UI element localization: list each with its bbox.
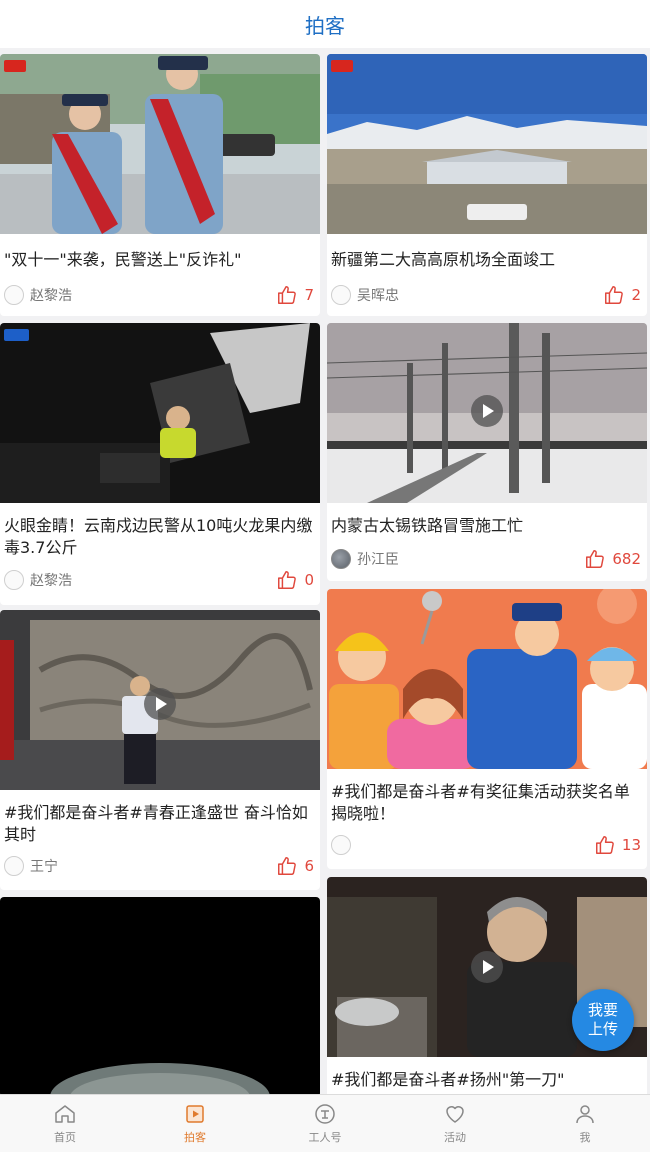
tab-label: 活动: [444, 1131, 466, 1144]
source-badge: [331, 60, 354, 72]
feed-card[interactable]: "双十一"来袭，民警送上"反诈礼" 赵黎浩 7: [0, 54, 320, 316]
like-count: 7: [304, 286, 314, 304]
thumbs-up-icon: [586, 550, 605, 568]
author-name: 孙江臣: [357, 552, 399, 568]
thumbs-up-icon: [278, 286, 297, 304]
profile-icon: [576, 1105, 594, 1124]
card-meta: 吴晖忠 2: [331, 284, 641, 306]
card-thumbnail[interactable]: [0, 610, 320, 790]
tab-label: 拍客: [184, 1131, 206, 1144]
card-title: #我们都是奋斗者#有奖征集活动获奖名单揭晓啦！: [331, 782, 630, 823]
home-icon: [55, 1105, 75, 1123]
card-thumbnail[interactable]: [327, 589, 647, 769]
author-avatar: [331, 285, 351, 305]
feed-card[interactable]: 新疆第二大高高原机场全面竣工 吴晖忠 2: [327, 54, 647, 316]
like-button[interactable]: 682: [584, 548, 641, 570]
source-badge: [4, 329, 30, 341]
author-avatar: [4, 570, 24, 590]
tab-label: 工人号: [308, 1131, 342, 1144]
like-count: 13: [621, 836, 641, 854]
card-meta: 赵黎浩 7: [4, 284, 314, 306]
feed-card[interactable]: #我们都是奋斗者#扬州"第一刀": [327, 877, 647, 1094]
thumbs-up-icon: [278, 857, 297, 875]
feed-card[interactable]: #我们都是奋斗者#青春正逢盛世 奋斗恰如其时 王宁 6: [0, 610, 320, 890]
card-title: 新疆第二大高高原机场全面竣工: [331, 250, 556, 269]
author-name: 吴晖忠: [357, 288, 399, 304]
card-title: #我们都是奋斗者#青春正逢盛世 奋斗恰如其时: [4, 803, 308, 844]
workers-illustration: [327, 589, 647, 769]
worker-icon: [315, 1104, 335, 1124]
like-button[interactable]: 2: [603, 284, 641, 306]
like-button[interactable]: 13: [594, 834, 641, 856]
card-thumbnail[interactable]: [327, 323, 647, 503]
source-badge: [4, 60, 27, 72]
upload-label-line2: 上传: [587, 1020, 618, 1038]
like-count: 6: [304, 857, 314, 875]
feed-card[interactable]: 火眼金睛！云南戍边民警从10吨火龙果内缴毒3.7公斤 赵黎浩 0: [0, 323, 320, 605]
video-caption: [387, 1039, 587, 1049]
author-name: 赵黎浩: [30, 573, 72, 589]
author-avatar: [4, 856, 24, 876]
author-avatar: [331, 549, 351, 569]
play-icon[interactable]: [471, 395, 503, 427]
like-button[interactable]: 0: [276, 569, 314, 591]
card-meta: 赵黎浩 0: [4, 569, 314, 591]
card-meta: 13: [331, 834, 641, 856]
tab-label: 首页: [54, 1131, 76, 1144]
card-thumbnail[interactable]: [0, 54, 320, 234]
tab-me[interactable]: 我: [520, 1095, 650, 1152]
card-title: 火眼金睛！云南戍边民警从10吨火龙果内缴毒3.7公斤: [4, 516, 313, 557]
feed-card[interactable]: #我们都是奋斗者#有奖征集活动获奖名单揭晓啦！ 13: [327, 589, 647, 869]
play-icon[interactable]: [144, 688, 176, 720]
author-avatar: [331, 835, 351, 855]
video-caption: [60, 772, 260, 782]
feed-grid[interactable]: "双十一"来袭，民警送上"反诈礼" 赵黎浩 7 新疆第二大高高原机场全面竣工 吴…: [0, 48, 650, 1094]
tab-home[interactable]: 首页: [0, 1095, 130, 1152]
tab-worker[interactable]: 工人号: [260, 1095, 390, 1152]
author-avatar: [4, 285, 24, 305]
dark-video-photo: [0, 897, 320, 1094]
upload-button[interactable]: 我要 上传: [572, 989, 634, 1051]
author-name: 王宁: [30, 859, 58, 875]
upload-label-line1: 我要: [587, 1001, 618, 1019]
feed-card[interactable]: 内蒙古太锡铁路冒雪施工忙 孙江臣 682: [327, 323, 647, 581]
card-thumbnail[interactable]: [327, 54, 647, 234]
play-icon[interactable]: [471, 951, 503, 983]
police-photo: [0, 54, 320, 234]
tab-paike[interactable]: 拍客: [130, 1095, 260, 1152]
card-title: "双十一"来袭，民警送上"反诈礼": [4, 250, 242, 269]
card-meta: 王宁 6: [4, 855, 314, 877]
camera-icon: [186, 1105, 204, 1123]
thumbs-up-icon: [605, 286, 624, 304]
top-bar: 拍客: [0, 0, 650, 48]
page-title: 拍客: [305, 13, 345, 38]
card-thumbnail[interactable]: [0, 897, 320, 1094]
thumbs-up-icon: [595, 836, 614, 854]
thumbs-up-icon: [278, 571, 297, 589]
card-thumbnail[interactable]: [0, 323, 320, 503]
like-count: 0: [304, 571, 314, 589]
tab-label: 我: [579, 1131, 591, 1144]
truck-search-photo: [0, 323, 320, 503]
feed-card[interactable]: [0, 897, 320, 1094]
heart-icon: [446, 1106, 464, 1123]
airport-photo: [327, 54, 647, 234]
card-meta: 孙江臣 682: [331, 548, 641, 570]
like-button[interactable]: 6: [276, 855, 314, 877]
tab-activity[interactable]: 活动: [390, 1095, 520, 1152]
card-title: #我们都是奋斗者#扬州"第一刀": [331, 1070, 565, 1089]
like-count: 682: [612, 550, 641, 568]
app-screen: 拍客 "双十一"来袭，民警送上"反诈礼" 赵黎浩 7 新疆第二大高高原机场全面竣…: [0, 0, 650, 1152]
like-count: 2: [631, 286, 641, 304]
bottom-tab-bar: 首页 拍客 工人号 活动 我: [0, 1094, 650, 1152]
author-name: 赵黎浩: [30, 288, 72, 304]
card-title: 内蒙古太锡铁路冒雪施工忙: [331, 516, 524, 535]
like-button[interactable]: 7: [276, 284, 314, 306]
